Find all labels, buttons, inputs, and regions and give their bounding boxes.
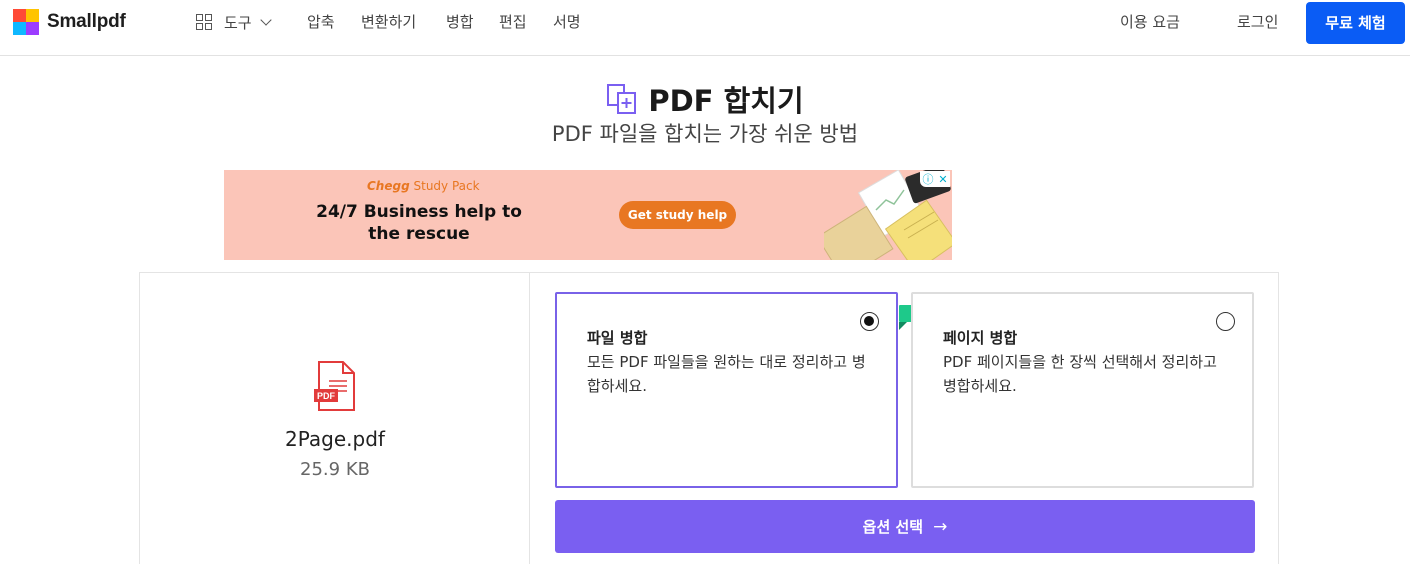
brand-name: Smallpdf [47,11,126,32]
file-merge-title: 파일 병합 [587,329,648,347]
file-preview-pane: PDF 2Page.pdf 25.9 KB [140,273,530,564]
page-merge-radio[interactable] [1216,312,1235,331]
tools-menu[interactable]: 도구 [196,0,272,44]
file-merge-radio[interactable] [860,312,879,331]
pdf-badge-label: PDF [317,391,336,401]
ad-choices-controls[interactable]: ⓘ ✕ [920,171,950,187]
chevron-down-icon [259,13,272,26]
ad-close-icon[interactable]: ✕ [938,173,947,186]
nav-merge[interactable]: 병합 [446,0,474,44]
tools-menu-label: 도구 [224,13,252,32]
ad-brand-product: Study Pack [413,179,480,193]
choose-option-label: 옵션 선택 [862,518,924,536]
nav-sign[interactable]: 서명 [553,0,581,44]
nav-edit[interactable]: 편집 [499,0,527,44]
nav-compress[interactable]: 압축 [307,0,335,44]
ad-cta-button[interactable]: Get study help [619,201,736,229]
page-title: PDF 합치기 [648,84,804,118]
ad-brand: Chegg Study Pack [367,179,480,193]
ad-info-icon[interactable]: ⓘ [922,171,933,187]
arrow-right-icon: → [933,516,948,537]
file-merge-description: 모든 PDF 파일들을 원하는 대로 정리하고 병합하세요. [587,353,866,395]
free-trial-button[interactable]: 무료 체험 [1306,2,1405,44]
grid-icon [196,14,212,30]
pdf-file-icon: PDF [314,361,355,411]
page-subtitle: PDF 파일을 합치는 가장 쉬운 방법 [551,122,859,146]
pricing-link[interactable]: 이용 요금 [1120,0,1180,44]
file-merge-option[interactable]: 파일 병합 모든 PDF 파일들을 원하는 대로 정리하고 병합하세요. [555,292,898,488]
page-merge-description: PDF 페이지들을 한 장씩 선택해서 정리하고 병합하세요. [943,353,1217,395]
choose-option-button[interactable]: 옵션 선택 → [555,500,1255,553]
file-size: 25.9 KB [300,459,370,480]
login-link[interactable]: 로그인 [1237,0,1278,44]
page-merge-title: 페이지 병합 [943,329,1018,347]
smallpdf-logo-icon [13,9,39,35]
merge-pdf-icon [607,84,637,114]
smallpdf-logo[interactable]: Smallpdf [13,9,126,35]
merge-options-card: PDF 2Page.pdf 25.9 KB 파일 병합 모든 PDF 파일들을 … [139,272,1279,564]
page-heading: PDF 합치기 [0,78,1410,120]
file-name: 2Page.pdf [285,427,385,451]
ad-headline: 24/7 Business help to the rescue [316,202,522,244]
nav-convert[interactable]: 변환하기 [361,0,416,44]
advertisement-banner[interactable]: Chegg Study Pack 24/7 Business help to t… [224,170,952,260]
ad-brand-name: Chegg [367,179,410,193]
top-navigation-bar: Smallpdf 도구 압축 변환하기 병합 편집 서명 이용 요금 로그인 무… [0,0,1410,56]
page-merge-option[interactable]: 페이지 병합 PDF 페이지들을 한 장씩 선택해서 정리하고 병합하세요. [911,292,1254,488]
